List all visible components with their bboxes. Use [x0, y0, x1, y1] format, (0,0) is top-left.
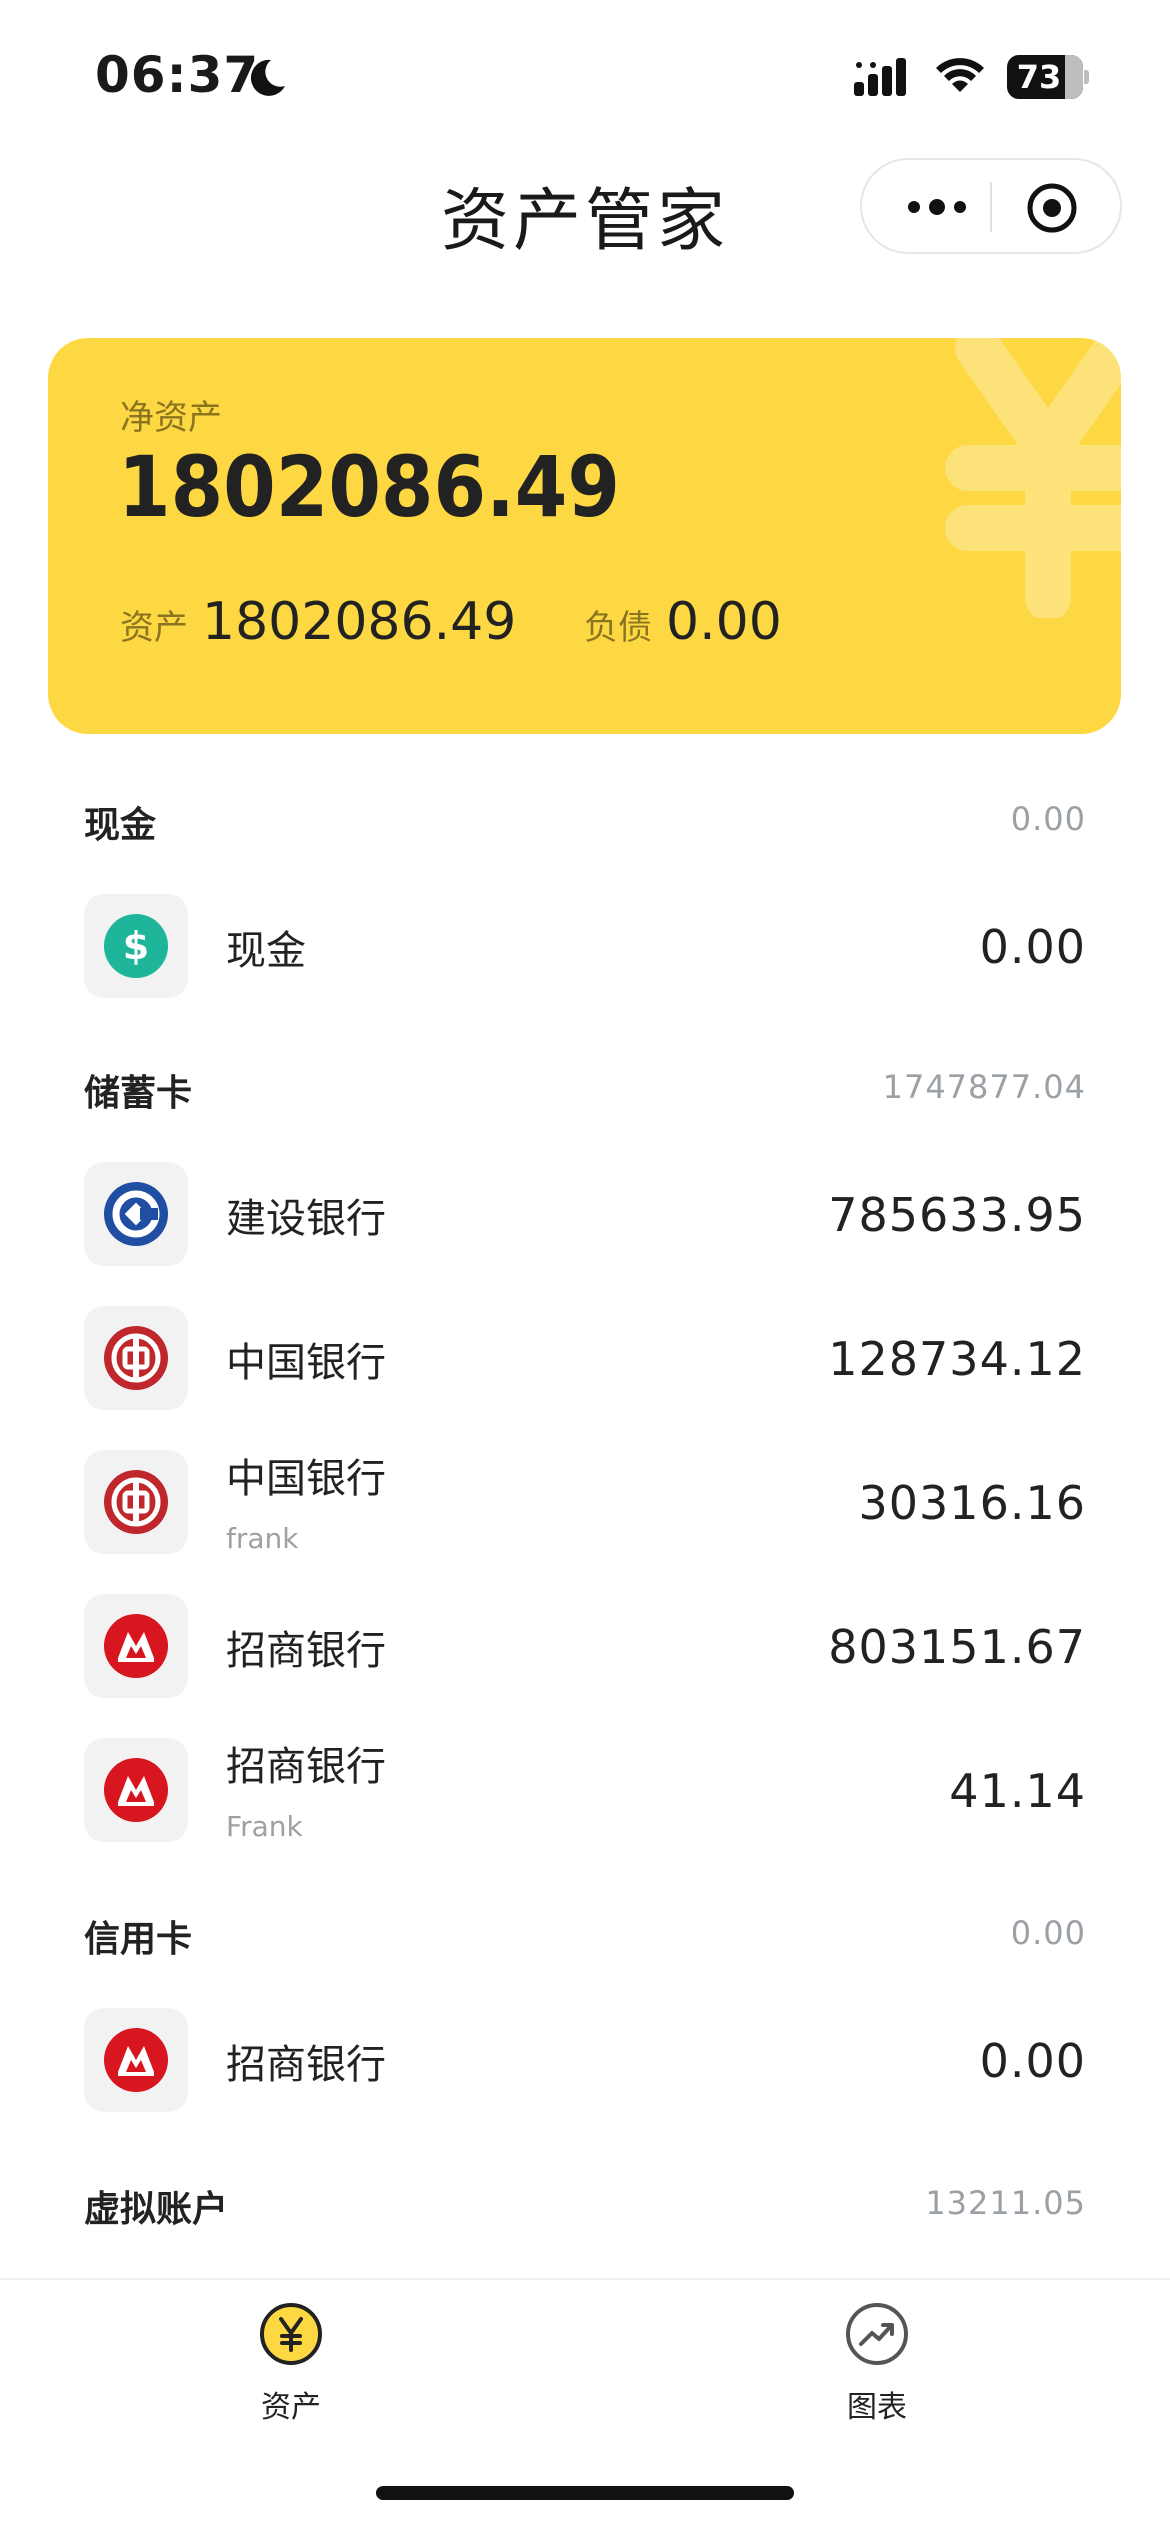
- section-cash-header: 现金 0.00: [84, 796, 1086, 856]
- section-total: 1747877.04: [882, 1068, 1086, 1106]
- account-amount: 0.00: [979, 2034, 1086, 2088]
- section-total: 0.00: [1010, 800, 1086, 838]
- tab-assets[interactable]: 资产: [211, 2302, 371, 2442]
- cmb-icon: [104, 2028, 168, 2092]
- account-icon-wrapper: [84, 2008, 188, 2112]
- boc-icon: [104, 1470, 168, 1534]
- section-title: 储蓄卡: [84, 1073, 193, 1114]
- status-bar: 06:37 73: [0, 0, 1170, 150]
- close-mini-program-icon[interactable]: [1025, 181, 1079, 235]
- svg-text:$: $: [123, 924, 149, 968]
- mini-program-capsule: [860, 158, 1122, 254]
- capsule-divider: [990, 182, 992, 232]
- more-options-icon[interactable]: [902, 184, 972, 230]
- net-asset-card[interactable]: 净资产 1802086.49 资产 1802086.49 负债 0.00: [48, 338, 1121, 734]
- account-amount: 785633.95: [828, 1188, 1086, 1242]
- account-icon-wrapper: $: [84, 894, 188, 998]
- trend-chart-icon: [846, 2303, 908, 2365]
- account-note: Frank: [226, 1810, 303, 1843]
- cellular-signal-icon: [854, 58, 906, 96]
- account-note: frank: [226, 1522, 299, 1555]
- account-row-cmb[interactable]: 招商银行 803151.67: [84, 1594, 1086, 1698]
- yen-watermark-icon: [945, 338, 1121, 618]
- account-icon-wrapper: [84, 1450, 188, 1554]
- section-credit-header: 信用卡 0.00: [84, 1910, 1086, 1970]
- cmb-icon: [104, 1614, 168, 1678]
- dollar-icon: $: [104, 914, 168, 978]
- section-total: 0.00: [1010, 1914, 1086, 1952]
- account-name: 建设银行: [226, 1196, 386, 1242]
- section-virtual-header: 虚拟账户 13211.05: [84, 2180, 1086, 2240]
- account-row-cmb-credit[interactable]: 招商银行 0.00: [84, 2008, 1086, 2112]
- account-row-boc[interactable]: 中国银行 128734.12: [84, 1306, 1086, 1410]
- yen-coin-icon: [260, 2303, 322, 2365]
- cmb-icon: [104, 1758, 168, 1822]
- account-icon-wrapper: [84, 1306, 188, 1410]
- ccb-icon: [104, 1182, 168, 1246]
- section-title: 信用卡: [84, 1919, 193, 1960]
- account-row-boc-frank[interactable]: 中国银行 frank 30316.16: [84, 1450, 1086, 1555]
- moon-icon: [250, 59, 285, 96]
- tab-assets-label: 资产: [261, 2390, 321, 2425]
- account-name: 招商银行: [226, 1628, 386, 1674]
- section-title: 虚拟账户: [84, 2189, 229, 2230]
- account-row-cash[interactable]: $ 现金 0.00: [84, 894, 1086, 998]
- liabilities-label: 负债: [584, 608, 652, 648]
- net-asset-value: 1802086.49: [118, 438, 620, 536]
- tab-charts[interactable]: 图表: [797, 2302, 957, 2442]
- liabilities-value: 0.00: [666, 592, 782, 652]
- section-total: 13211.05: [925, 2184, 1086, 2222]
- account-icon-wrapper: [84, 1594, 188, 1698]
- assets-value: 1802086.49: [202, 592, 517, 652]
- account-amount: 128734.12: [828, 1332, 1086, 1386]
- account-name: 招商银行: [226, 2042, 386, 2088]
- account-row-ccb[interactable]: 建设银行 785633.95: [84, 1162, 1086, 1266]
- battery-level: 73: [1016, 58, 1062, 96]
- account-name: 招商银行: [226, 1744, 386, 1790]
- account-row-cmb-frank[interactable]: 招商银行 Frank 41.14: [84, 1738, 1086, 1843]
- account-amount: 30316.16: [858, 1476, 1086, 1530]
- account-icon-wrapper: [84, 1162, 188, 1266]
- assets-label: 资产: [120, 608, 188, 648]
- account-name: 中国银行: [226, 1340, 386, 1386]
- tab-charts-label: 图表: [847, 2390, 907, 2425]
- wifi-icon: [936, 58, 984, 92]
- section-debit-header: 储蓄卡 1747877.04: [84, 1064, 1086, 1124]
- account-amount: 803151.67: [828, 1620, 1086, 1674]
- net-asset-label: 净资产: [120, 398, 222, 438]
- home-indicator: [376, 2486, 794, 2500]
- status-time: 06:37: [95, 46, 260, 104]
- account-amount: 0.00: [979, 920, 1086, 974]
- account-name: 现金: [226, 928, 306, 974]
- account-icon-wrapper: [84, 1738, 188, 1842]
- account-name: 中国银行: [226, 1456, 386, 1502]
- boc-icon: [104, 1326, 168, 1390]
- battery-indicator: 73: [1007, 55, 1089, 99]
- account-amount: 41.14: [949, 1764, 1086, 1818]
- section-title: 现金: [84, 805, 157, 846]
